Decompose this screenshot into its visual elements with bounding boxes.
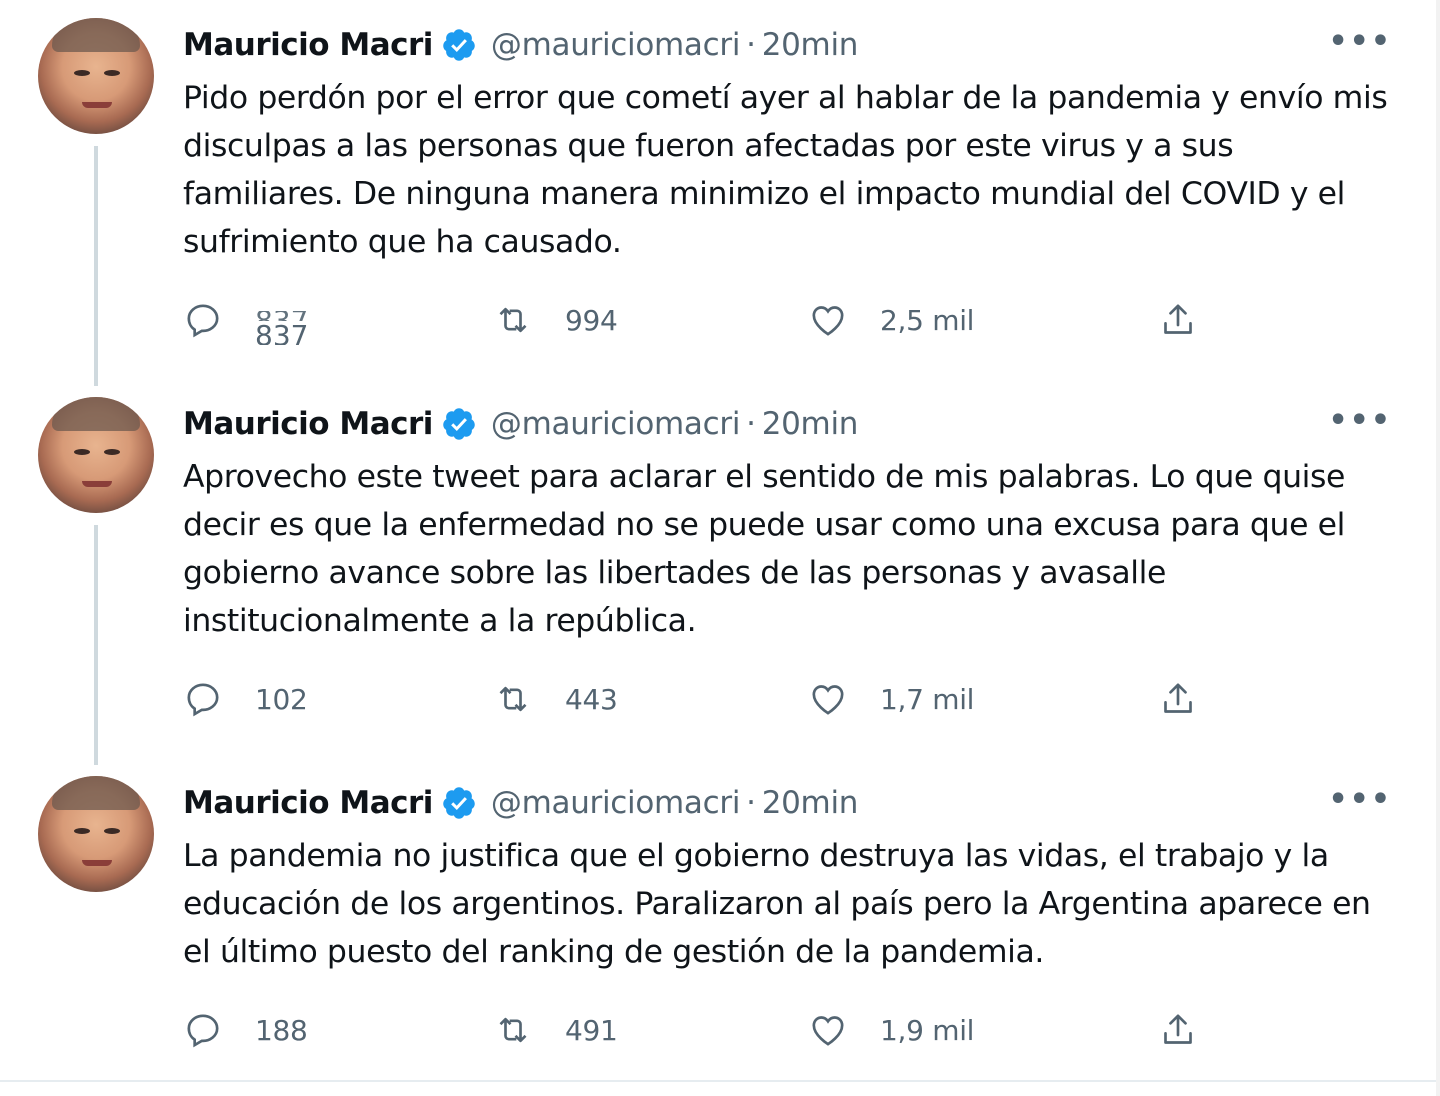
like-button[interactable]: 1,7 mil [808, 674, 974, 724]
reply-icon [187, 304, 219, 338]
more-horizontal-icon[interactable]: ••• [1328, 785, 1392, 815]
share-button[interactable] [1158, 674, 1198, 724]
tweet-text: Aprovecho este tweet para aclarar el sen… [183, 459, 1346, 639]
scroll-edge [1436, 0, 1440, 1096]
avatar[interactable] [38, 397, 154, 513]
avatar[interactable] [38, 18, 154, 134]
share-icon [1164, 683, 1192, 713]
retweet-icon [499, 1017, 527, 1043]
author-name[interactable]: Mauricio Macri [183, 406, 433, 442]
author-name[interactable]: Mauricio Macri [183, 785, 433, 821]
reply-count: 188 [255, 1013, 308, 1047]
tweet-actions: 102 443 1,7 mil [183, 674, 1213, 724]
tweet-header: Mauricio Macri @mauriciomacri · 20min [183, 22, 858, 68]
tweet-actions: 188 491 1,9 mil [183, 1005, 1213, 1055]
share-icon [1164, 1014, 1192, 1044]
tweet-header: Mauricio Macri @mauriciomacri · 20min [183, 401, 858, 447]
timestamp[interactable]: 20min [762, 27, 859, 63]
timestamp[interactable]: 20min [762, 406, 859, 442]
separator-dot: · [746, 27, 756, 63]
share-button[interactable] [1158, 295, 1198, 345]
author-handle[interactable]: @mauriciomacri [491, 406, 741, 442]
share-icon [1164, 304, 1192, 334]
tweet-text: Pido perdón por el error que cometí ayer… [183, 80, 1388, 260]
separator-dot: · [746, 406, 756, 442]
retweet-icon [499, 307, 527, 333]
more-horizontal-icon[interactable]: ••• [1328, 27, 1392, 57]
reply-icon [187, 1014, 219, 1048]
tweet[interactable]: Mauricio Macri @mauriciomacri · 20min ••… [0, 758, 1440, 1080]
like-button[interactable]: 1,9 mil [808, 1005, 974, 1055]
reply-count: 102 [255, 682, 308, 716]
reply-button[interactable]: 102 [183, 674, 308, 724]
like-count: 2,5 mil [880, 303, 975, 337]
reply-count: 837 [255, 321, 309, 345]
verified-badge-icon [443, 787, 475, 819]
retweet-button[interactable]: 443 [493, 674, 618, 724]
more-horizontal-icon[interactable]: ••• [1328, 406, 1392, 436]
retweet-icon [499, 686, 527, 712]
heart-icon [812, 1016, 844, 1046]
tweet-actions: 837 837 994 2,5 mil [183, 295, 1213, 345]
avatar[interactable] [38, 776, 154, 892]
verified-badge-icon [443, 408, 475, 440]
reply-button[interactable]: 837 837 [183, 295, 308, 345]
reply-count-wrapper: 837 837 [255, 295, 308, 345]
like-count: 1,9 mil [880, 1013, 975, 1047]
reply-icon [187, 683, 219, 717]
reply-button[interactable]: 188 [183, 1005, 308, 1055]
tweet[interactable]: Mauricio Macri @mauriciomacri · 20min ••… [0, 379, 1440, 759]
author-handle[interactable]: @mauriciomacri [491, 785, 741, 821]
share-button[interactable] [1158, 1005, 1198, 1055]
author-name[interactable]: Mauricio Macri [183, 27, 433, 63]
like-count: 1,7 mil [880, 682, 975, 716]
tweet-text: La pandemia no justifica que el gobierno… [183, 838, 1371, 970]
timestamp[interactable]: 20min [762, 785, 859, 821]
retweet-button[interactable]: 491 [493, 1005, 618, 1055]
reply-count-ghost: 837 [255, 311, 308, 321]
tweet[interactable]: Mauricio Macri @mauriciomacri · 20min ••… [0, 0, 1440, 380]
retweet-count: 443 [565, 682, 618, 716]
bottom-divider [0, 1080, 1436, 1082]
heart-icon [812, 685, 844, 715]
verified-badge-icon [443, 29, 475, 61]
retweet-button[interactable]: 994 [493, 295, 618, 345]
author-handle[interactable]: @mauriciomacri [491, 27, 741, 63]
tweet-header: Mauricio Macri @mauriciomacri · 20min [183, 780, 858, 826]
like-button[interactable]: 2,5 mil [808, 295, 974, 345]
retweet-count: 491 [565, 1013, 618, 1047]
heart-icon [812, 306, 844, 336]
separator-dot: · [746, 785, 756, 821]
retweet-count: 994 [565, 303, 618, 337]
